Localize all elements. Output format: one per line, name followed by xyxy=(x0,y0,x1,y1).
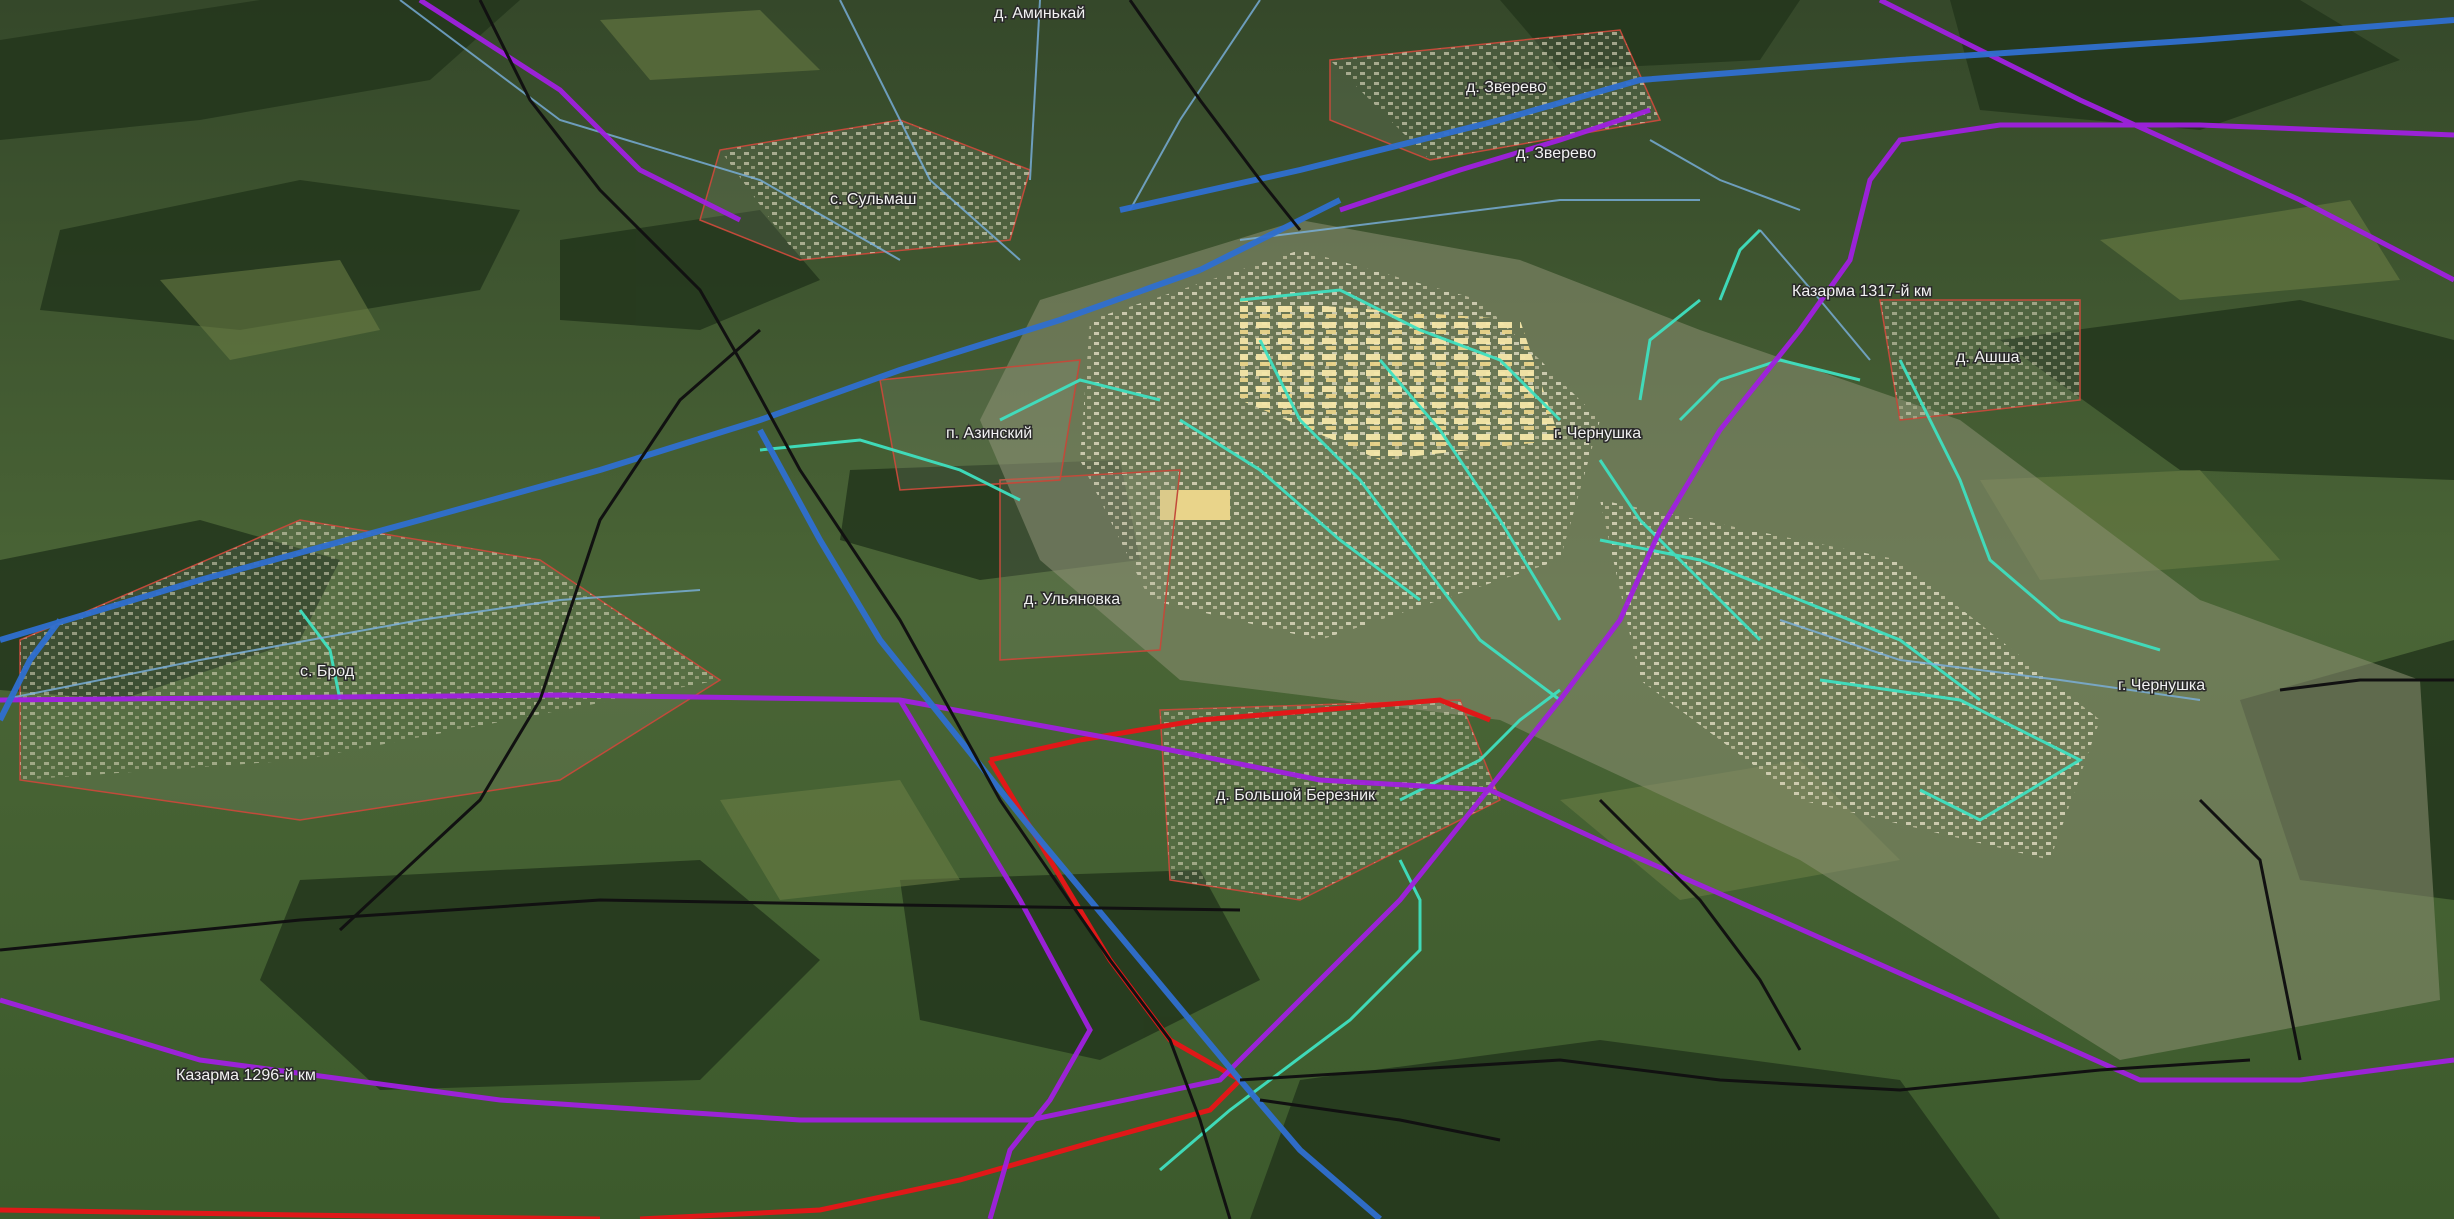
label-kazarma-1296: Казарма 1296-й км xyxy=(176,1067,316,1084)
map-canvas[interactable]: д. Аминькай д. Зверево д. Зверево с. Сул… xyxy=(0,0,2454,1219)
label-brod: с. Брод xyxy=(300,663,355,680)
label-azinsky: п. Азинский xyxy=(946,425,1032,442)
label-zverevo-1: д. Зверево xyxy=(1466,79,1546,96)
label-ulyanovka: д. Ульяновка xyxy=(1024,591,1120,608)
label-chernushka-east: г. Чернушка xyxy=(2118,677,2205,694)
label-sulmash: с. Сульмаш xyxy=(830,191,917,208)
label-chernushka-city: г. Чернушка xyxy=(1554,425,1641,442)
label-aminkay: д. Аминькай xyxy=(994,5,1085,22)
label-zverevo-2: д. Зверево xyxy=(1516,145,1596,162)
map-view[interactable]: д. Аминькай д. Зверево д. Зверево с. Сул… xyxy=(0,0,2454,1219)
label-bolshoy-bereznik: д. Большой Березник xyxy=(1216,787,1376,804)
label-ashsha: д. Ашша xyxy=(1956,349,2020,366)
label-kazarma-1317: Казарма 1317-й км xyxy=(1792,283,1932,300)
